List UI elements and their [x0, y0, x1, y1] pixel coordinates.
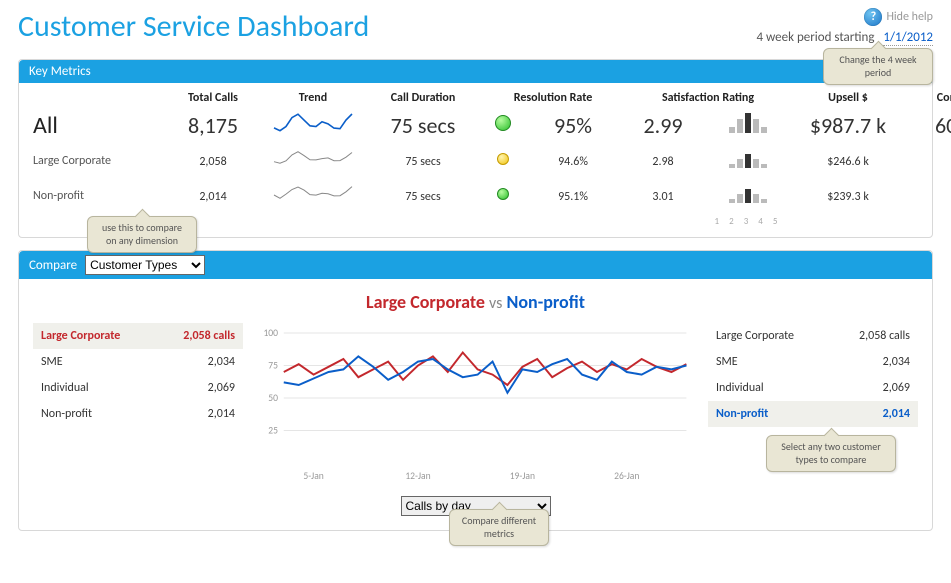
type-value: 2,014	[208, 407, 235, 421]
col-total-calls: Total Calls	[163, 91, 263, 105]
cell-bars	[703, 183, 793, 208]
cell-duration: 75 secs	[363, 112, 483, 139]
type-row-left[interactable]: SME 2,034	[33, 349, 243, 375]
type-value: 2,069	[883, 381, 910, 395]
type-name: Non-profit	[716, 407, 768, 421]
period-date[interactable]: 1/1/2012	[883, 30, 933, 46]
cell-resolution: 94.6%	[523, 151, 623, 170]
cell-dot	[483, 151, 523, 170]
svg-text:19-Jan: 19-Jan	[510, 470, 535, 482]
col-upsell: Upsell $	[793, 91, 903, 105]
type-row-right[interactable]: Individual 2,069	[708, 375, 918, 401]
cell-duration: 75 secs	[363, 151, 483, 170]
cell-trend	[263, 146, 363, 175]
row-name: All	[33, 111, 163, 140]
dimension-select[interactable]: Customer Types	[85, 255, 205, 275]
cell-upsell: $246.6 k	[793, 151, 903, 170]
callout-dimension: use this to compare on any dimension	[87, 216, 197, 253]
cell-total: 2,058	[163, 151, 263, 170]
type-name: SME	[716, 355, 738, 369]
headline-left: Large Corporate	[366, 291, 485, 313]
svg-text:50: 50	[268, 392, 278, 404]
compare-panel: Compare Customer Types Large Corporate v…	[18, 250, 933, 531]
callout-period: Change the 4 week period	[823, 48, 933, 85]
cell-trend	[263, 181, 363, 210]
page-title: Customer Service Dashboard	[18, 8, 369, 45]
type-name: Large Corporate	[716, 329, 794, 343]
type-row-left[interactable]: Non-profit 2,014	[33, 401, 243, 427]
svg-text:100: 100	[263, 327, 278, 339]
col-trend: Trend	[263, 91, 363, 105]
cell-duration: 75 secs	[363, 186, 483, 205]
type-value: 2,058 calls	[859, 329, 910, 343]
callout-metrics: Compare different metrics	[449, 509, 549, 546]
cell-resolution: 95%	[523, 112, 623, 139]
svg-text:25: 25	[268, 424, 278, 436]
svg-text:26-Jan: 26-Jan	[614, 470, 639, 482]
compare-title-label: Compare	[29, 258, 77, 273]
type-name: Non-profit	[41, 407, 92, 421]
cell-upsell: $239.3 k	[793, 186, 903, 205]
headline-vs: vs	[489, 294, 502, 313]
type-name: Individual	[41, 381, 89, 395]
type-name: Individual	[716, 381, 764, 395]
cell-bars	[703, 113, 793, 138]
type-value: 2,034	[883, 355, 910, 369]
row-name: Large Corporate	[33, 154, 163, 168]
help-icon[interactable]: ?	[864, 8, 882, 26]
type-value: 2,034	[208, 355, 235, 369]
hide-help-link[interactable]: Hide help	[886, 10, 933, 24]
left-type-list: Large Corporate 2,058 calls SME 2,034 Indivi…	[33, 323, 243, 516]
cell-resolution: 95.1%	[523, 186, 623, 205]
type-name: Large Corporate	[41, 329, 120, 343]
col-resolution: Resolution Rate	[483, 91, 623, 105]
cell-rating: 3.01	[623, 186, 703, 205]
type-name: SME	[41, 355, 63, 369]
cell-conv: 60%	[903, 186, 951, 205]
type-value: 2,058 calls	[183, 329, 235, 343]
col-satisfaction: Satisfaction Rating	[623, 91, 793, 105]
key-metrics-title: Key Metrics	[29, 64, 91, 79]
cell-dot	[483, 186, 523, 205]
col-conv: Conv %	[903, 91, 951, 105]
headline-right: Non-profit	[507, 291, 585, 313]
col-duration: Call Duration	[363, 91, 483, 105]
cell-rating: 2.98	[623, 151, 703, 170]
type-value: 2,069	[208, 381, 235, 395]
svg-text:12-Jan: 12-Jan	[405, 470, 430, 482]
header-right: ? Hide help 4 week period starting 1/1/2…	[756, 8, 933, 45]
cell-conv: 60%	[903, 112, 951, 139]
cell-bars	[703, 148, 793, 173]
key-metrics-panel: Key Metrics Total CallsTrendCall Duratio…	[18, 59, 933, 238]
type-value: 2,014	[883, 407, 910, 421]
cell-conv: 60%	[903, 151, 951, 170]
type-row-left[interactable]: Individual 2,069	[33, 375, 243, 401]
cell-trend	[263, 111, 363, 140]
cell-dot	[483, 115, 523, 136]
callout-select-types: Select any two customer types to compare	[766, 435, 896, 472]
compare-chart: 2550751005-Jan12-Jan19-Jan26-Jan Calls b…	[255, 323, 696, 516]
compare-headline: Large Corporate vs Non-profit	[33, 291, 918, 313]
cell-rating: 2.99	[623, 112, 703, 139]
compare-header: Compare Customer Types	[19, 251, 932, 279]
svg-text:5-Jan: 5-Jan	[303, 470, 323, 482]
type-row-left[interactable]: Large Corporate 2,058 calls	[33, 323, 243, 349]
cell-upsell: $987.7 k	[793, 112, 903, 139]
key-metrics-header: Key Metrics	[19, 60, 932, 83]
right-type-list: Large Corporate 2,058 calls SME 2,034 Indivi…	[708, 323, 918, 516]
cell-total: 2,014	[163, 186, 263, 205]
type-row-right[interactable]: SME 2,034	[708, 349, 918, 375]
type-row-right[interactable]: Non-profit 2,014	[708, 401, 918, 427]
type-row-right[interactable]: Large Corporate 2,058 calls	[708, 323, 918, 349]
cell-total: 8,175	[163, 112, 263, 139]
svg-text:75: 75	[268, 359, 278, 371]
period-label: 4 week period starting	[756, 30, 874, 45]
rating-axis: 1 2 3 4 5	[703, 216, 793, 227]
row-name: Non-profit	[33, 189, 163, 203]
